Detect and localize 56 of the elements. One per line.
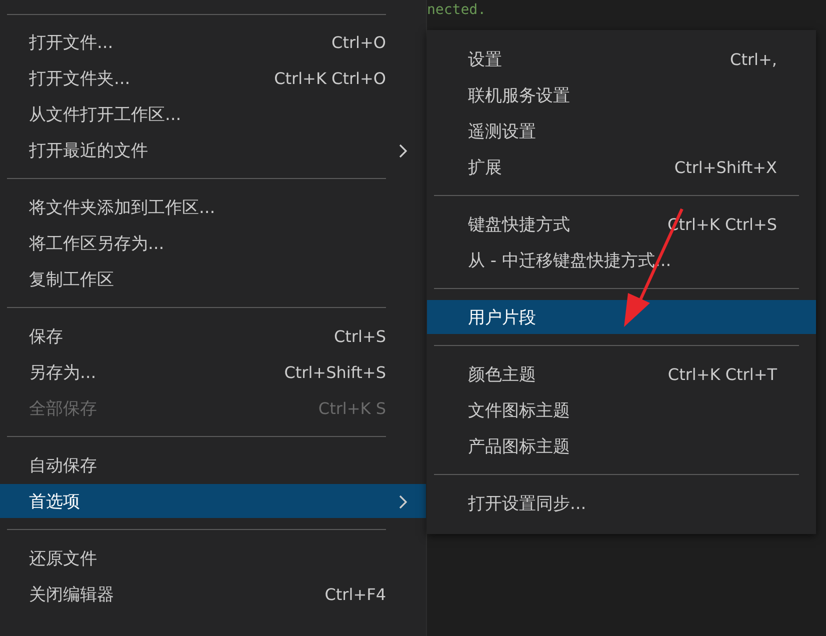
menu-item[interactable]: 首选项 — [0, 484, 426, 518]
menu-item[interactable]: 文件图标主题 — [427, 393, 816, 427]
menu-item[interactable]: 关闭编辑器 Ctrl+F4 — [0, 577, 426, 611]
menu-item-label: 将文件夹添加到工作区... — [29, 196, 216, 218]
menu-item-label: 还原文件 — [29, 548, 98, 570]
menu-item[interactable]: 产品图标主题 — [427, 429, 816, 463]
shortcut-label: Ctrl+K S — [318, 398, 386, 418]
menu-item-label: 关闭编辑器 — [29, 584, 115, 606]
menu-item-label: 扩展 — [468, 156, 503, 178]
menu-item-label: 打开最近的文件 — [29, 140, 149, 162]
menu-item-label: 将工作区另存为... — [29, 232, 166, 254]
menu-item[interactable]: 复制工作区 — [0, 262, 426, 296]
menu-item-label: 用户片段 — [468, 306, 537, 328]
shortcut-label: Ctrl+F4 — [324, 584, 386, 604]
menu-item[interactable]: 遥测设置 — [427, 114, 816, 148]
menu-item[interactable]: 打开文件... Ctrl+O — [0, 25, 426, 59]
shortcut-label: Ctrl+Shift+S — [284, 362, 386, 382]
menu-item-label: 键盘快捷方式 — [468, 214, 571, 236]
menu-item[interactable]: 将文件夹添加到工作区... — [0, 190, 426, 224]
menu-item-label: 首选项 — [29, 490, 81, 512]
menu-item[interactable]: 用户片段 — [427, 300, 816, 334]
menu-item[interactable]: 打开最近的文件 — [0, 133, 426, 167]
menu-item[interactable]: 保存 Ctrl+S — [0, 319, 426, 353]
menu-item-label: 全部保存 — [29, 398, 98, 420]
menu-item-label: 打开文件... — [29, 32, 114, 54]
menu-item-label: 遥测设置 — [468, 120, 537, 142]
shortcut-label: Ctrl+K Ctrl+O — [274, 68, 386, 88]
code-line: nected. — [427, 1, 488, 20]
menu-item-label: 复制工作区 — [29, 268, 115, 290]
menu-item[interactable]: 联机服务设置 — [427, 78, 816, 112]
menu-item[interactable]: 还原文件 — [0, 541, 426, 575]
shortcut-label: Ctrl+, — [730, 50, 777, 68]
menu-item-label: 设置 — [468, 48, 503, 70]
shortcut-label: Ctrl+O — [332, 32, 386, 52]
menu-item[interactable]: 颜色主题 Ctrl+K Ctrl+T — [427, 357, 816, 391]
menu-item-label: 颜色主题 — [468, 364, 537, 386]
menu-item-label: 产品图标主题 — [468, 436, 571, 458]
menu-item[interactable]: 从文件打开工作区... — [0, 97, 426, 131]
menu-item-label: 自动保存 — [29, 454, 98, 476]
menu-item-label: 保存 — [29, 326, 64, 348]
menu-item[interactable]: 扩展 Ctrl+Shift+X — [427, 150, 816, 184]
menu-item-label: 打开文件夹... — [29, 68, 132, 90]
menu-item-label: 另存为... — [29, 362, 98, 384]
menu-item-label: 文件图标主题 — [468, 400, 571, 422]
menu-item-label: 打开设置同步... — [468, 492, 588, 514]
menu-item-label: 联机服务设置 — [468, 84, 571, 106]
menu-item[interactable]: 另存为... Ctrl+Shift+S — [0, 355, 426, 389]
menu-item[interactable]: 设置 Ctrl+, — [427, 42, 816, 76]
menu-item-label: 从文件打开工作区... — [29, 104, 182, 126]
shortcut-label: Ctrl+K Ctrl+T — [668, 364, 777, 384]
menu-item[interactable]: 自动保存 — [0, 448, 426, 482]
menu-item[interactable]: 打开文件夹... Ctrl+K Ctrl+O — [0, 61, 426, 95]
menu-item[interactable]: 将工作区另存为... — [0, 226, 426, 260]
shortcut-label: Ctrl+Shift+X — [674, 158, 777, 176]
shortcut-label: Ctrl+S — [334, 326, 386, 346]
menu-item[interactable]: 打开设置同步... — [427, 486, 816, 520]
